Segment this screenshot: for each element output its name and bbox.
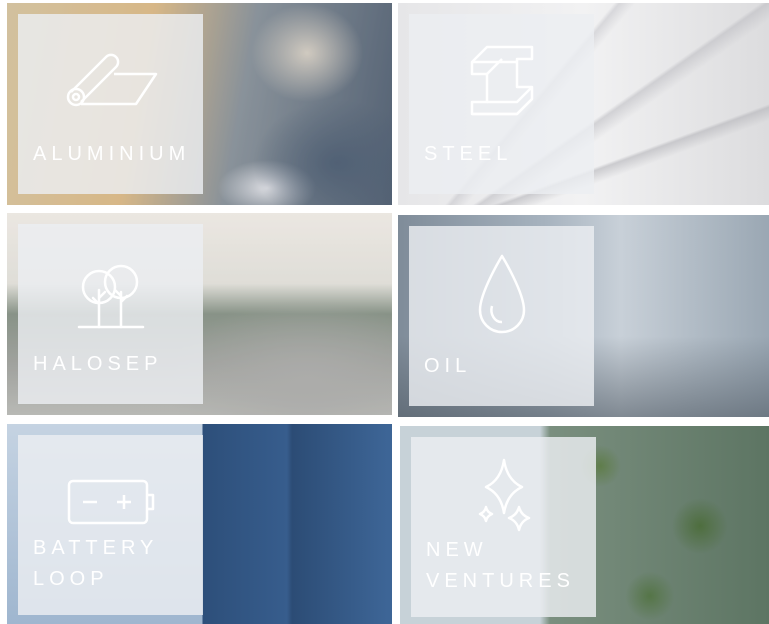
droplet-icon — [452, 244, 552, 344]
steel-beam-icon — [452, 32, 552, 132]
tile-label: HALOSEP — [33, 353, 163, 375]
tile-label-line-1: BATTERY — [33, 537, 159, 559]
trees-icon — [61, 242, 161, 342]
tile-panel: HALOSEP — [18, 224, 203, 404]
battery-icon — [61, 443, 161, 543]
tile-label: ALUMINIUM — [33, 143, 191, 165]
tile-label: NEW VENTURES — [426, 535, 575, 597]
tile-panel: BATTERY LOOP — [18, 435, 203, 615]
tile-aluminium[interactable]: ALUMINIUM — [7, 3, 392, 205]
tile-label-line-2: VENTURES — [426, 570, 575, 592]
sparkles-icon — [454, 445, 554, 545]
tile-label: OIL — [424, 355, 472, 377]
aluminium-roll-icon — [61, 32, 161, 132]
tile-steel[interactable]: STEEL — [398, 3, 769, 205]
tile-oil[interactable]: OIL — [398, 215, 769, 417]
tile-battery-loop[interactable]: BATTERY LOOP — [7, 424, 392, 624]
tile-label: BATTERY LOOP — [33, 533, 158, 595]
tile-panel: ALUMINIUM — [18, 14, 203, 194]
tile-panel: OIL — [409, 226, 594, 406]
tile-panel: STEEL — [409, 14, 594, 194]
tile-halosep[interactable]: HALOSEP — [7, 213, 392, 415]
tile-label-line-1: NEW — [426, 539, 488, 561]
tile-panel: NEW VENTURES — [411, 437, 596, 617]
tile-label: STEEL — [424, 143, 513, 165]
tile-label-line-2: LOOP — [33, 568, 109, 590]
tile-new-ventures[interactable]: NEW VENTURES — [400, 426, 769, 624]
